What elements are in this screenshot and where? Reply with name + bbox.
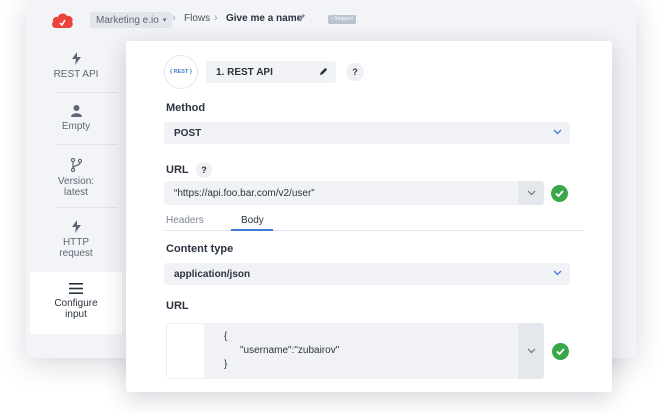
url-input[interactable]: “https://api.foo.bar.com/v2/user” (164, 181, 544, 205)
url-expand-button[interactable] (518, 181, 544, 205)
tabs-divider (164, 230, 584, 231)
step-name-field[interactable]: 1. REST API (206, 61, 336, 83)
top-bar: Marketing e.io ▾ › Flows › Give me a nam… (26, 0, 636, 40)
body-url-label: URL (166, 300, 189, 312)
sidebar-item-label: Version: latest (57, 176, 95, 198)
status-badge: • Stopped (328, 15, 356, 24)
url-label: URL (166, 164, 189, 176)
rest-badge: { REST } (164, 55, 198, 89)
user-icon (70, 105, 82, 117)
project-selector[interactable]: Marketing e.io ▾ (90, 12, 173, 28)
chevron-down-icon: ▾ (162, 17, 167, 24)
tab-headers[interactable]: Headers (166, 215, 204, 226)
bolt-icon (71, 52, 81, 65)
project-name: Marketing e.io (96, 14, 159, 26)
code-line: { (224, 331, 228, 342)
check-circle-icon (551, 185, 568, 202)
code-line: "username":"zubairov" (240, 345, 340, 356)
chevron-down-icon (553, 129, 562, 135)
flow-name[interactable]: Give me a name (226, 13, 302, 24)
tab-body[interactable]: Body (241, 215, 264, 226)
sidebar-item-http-request[interactable]: HTTP request (30, 220, 122, 259)
content-type-label: Content type (166, 243, 234, 255)
content-type-value: application/json (174, 268, 251, 280)
step-config-panel: { REST } 1. REST API ? Method POST URL ?… (126, 41, 612, 392)
cloud-logo-icon[interactable] (50, 10, 74, 30)
help-icon[interactable]: ? (196, 162, 212, 178)
breadcrumb-flows[interactable]: Flows (184, 13, 210, 24)
editor-gutter (166, 323, 204, 379)
pencil-icon[interactable] (319, 67, 328, 76)
help-icon[interactable]: ? (346, 63, 364, 81)
bolt-icon (71, 220, 81, 233)
breadcrumb-separator-icon: › (172, 12, 176, 24)
sidebar-item-configure-input[interactable]: Configure input (30, 272, 122, 334)
body-editor[interactable]: { "username":"zubairov" } (166, 323, 544, 379)
sidebar-item-rest-api[interactable]: REST API (30, 52, 122, 80)
active-tab-indicator (231, 229, 273, 231)
code-line: } (224, 359, 228, 370)
sidebar-item-label: Empty (61, 121, 91, 132)
edit-name-icon[interactable] (297, 13, 306, 22)
check-circle-icon (552, 343, 569, 360)
sidebar-item-label: REST API (53, 69, 99, 80)
url-value: “https://api.foo.bar.com/v2/user” (174, 187, 315, 199)
sidebar-item-label: HTTP request (59, 237, 93, 259)
divider (56, 92, 118, 93)
chevron-down-icon (527, 348, 536, 354)
chevron-down-icon (527, 190, 536, 196)
sidebar-item-empty[interactable]: Empty (30, 105, 122, 132)
divider (56, 207, 118, 208)
sidebar-item-label: Configure input (54, 298, 98, 320)
chevron-down-icon (553, 270, 562, 276)
method-select[interactable]: POST (164, 122, 570, 144)
branch-icon (70, 158, 82, 172)
divider (56, 144, 118, 145)
menu-icon (69, 283, 83, 294)
body-expand-button[interactable] (518, 323, 544, 379)
method-label: Method (166, 102, 206, 114)
method-value: POST (174, 127, 202, 139)
breadcrumb-separator-icon: › (214, 12, 218, 24)
sidebar-item-version[interactable]: Version: latest (30, 158, 122, 198)
content-type-select[interactable]: application/json (164, 263, 570, 285)
step-name: 1. REST API (216, 66, 273, 78)
